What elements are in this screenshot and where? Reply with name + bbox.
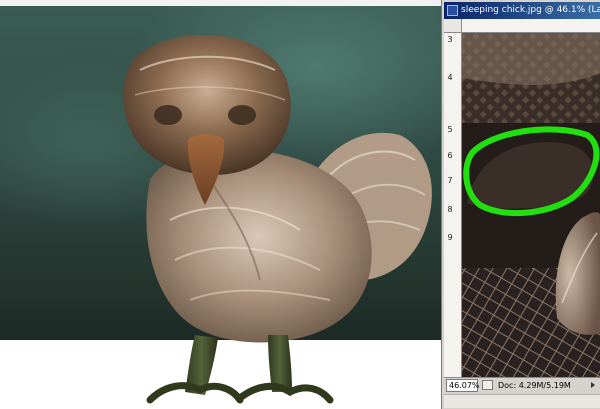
- document-title-bar[interactable]: sleeping chick.jpg @ 46.1% (Layer: [444, 2, 600, 19]
- ruler-number: 5: [447, 125, 453, 134]
- horizontal-scrollbar[interactable]: [444, 394, 600, 408]
- ruler-number: 8: [447, 205, 453, 214]
- ruler-number: 6: [447, 151, 453, 160]
- document-window[interactable]: sleeping chick.jpg @ 46.1% (Layer 3 4 5 …: [441, 0, 600, 409]
- ruler-number: 7: [447, 176, 453, 185]
- document-size: Doc: 4.29M/5.19M: [498, 381, 571, 390]
- status-bar: 46.07% Doc: 4.29M/5.19M: [444, 377, 600, 409]
- document-canvas[interactable]: [462, 33, 600, 377]
- ruler-origin[interactable]: [444, 19, 462, 33]
- photoshop-document-icon: [447, 5, 458, 16]
- vertical-ruler[interactable]: 3 4 5 6 7 8 9: [444, 33, 462, 377]
- ruler-number: 9: [447, 233, 453, 242]
- zoom-level-field[interactable]: 46.07%: [446, 379, 480, 392]
- chick-illustration: [123, 35, 432, 404]
- document-title: sleeping chick.jpg @ 46.1% (Layer: [461, 5, 600, 15]
- right-arrow-icon[interactable]: [591, 382, 595, 388]
- ruler-number: 3: [447, 35, 453, 44]
- zoomed-photo: [462, 33, 600, 377]
- horizontal-ruler[interactable]: [462, 19, 600, 33]
- main-canvas[interactable]: [0, 0, 441, 409]
- ruler-number: 4: [447, 73, 453, 82]
- status-menu-icon[interactable]: [482, 380, 493, 390]
